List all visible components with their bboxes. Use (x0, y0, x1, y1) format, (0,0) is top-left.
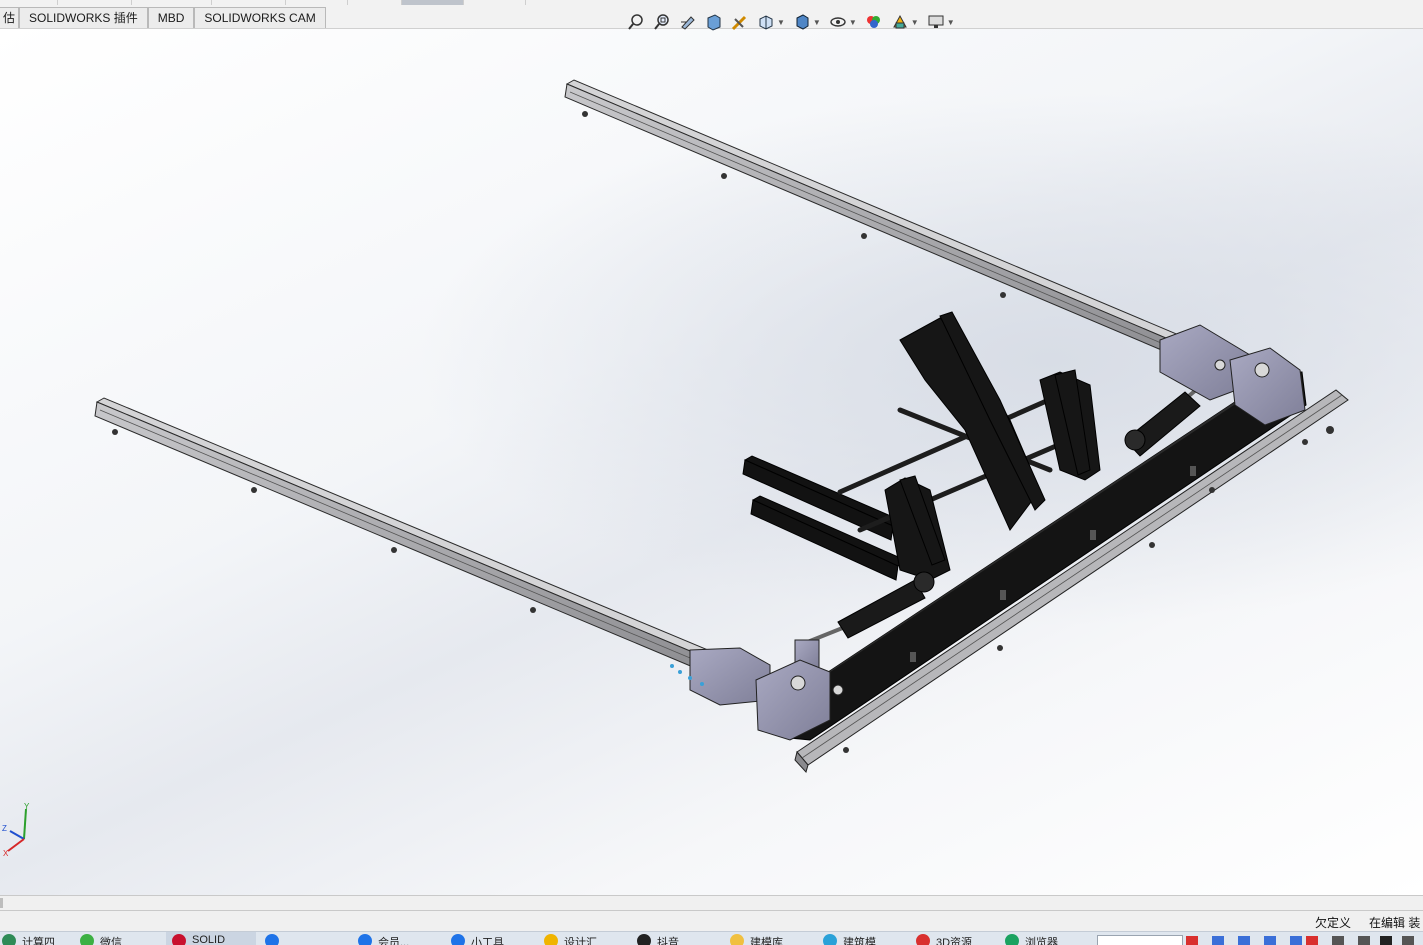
app-icon (823, 934, 837, 945)
tray-icon[interactable] (1306, 936, 1318, 945)
tray-icon[interactable] (1186, 936, 1198, 945)
app-icon (916, 934, 930, 945)
chevron-down-icon[interactable]: ▼ (777, 18, 785, 27)
browser-icon (1005, 934, 1019, 945)
section-view-icon[interactable] (703, 11, 725, 33)
tab-solidworks-cam[interactable]: SOLIDWORKS CAM (194, 7, 326, 28)
heads-up-view-toolbar: ▼ ▼ ▼ ▼ ▼ (625, 11, 961, 33)
task-app-11[interactable]: 3D资源 (916, 934, 972, 945)
edit-appearance-icon[interactable] (863, 11, 885, 33)
tray-icon[interactable] (1212, 936, 1224, 945)
solidworks-icon (172, 934, 186, 945)
tray-icon[interactable] (1332, 936, 1344, 945)
wechat-icon (80, 934, 94, 945)
view-orientation-icon[interactable] (755, 11, 777, 33)
task-app-5[interactable]: 会员... (358, 934, 409, 945)
folder-icon (730, 934, 744, 945)
task-app-10[interactable]: 建筑模 (823, 934, 876, 945)
task-app-9[interactable]: 建模库 (730, 934, 783, 945)
tray-icon[interactable] (1402, 936, 1414, 945)
tabs: 估 SOLIDWORKS 插件 MBD SOLIDWORKS CAM (0, 7, 326, 29)
assembly-model[interactable] (0, 29, 1423, 895)
task-calculator[interactable]: 计算四 (2, 934, 55, 945)
tray-icon[interactable] (1238, 936, 1250, 945)
tab-evaluate[interactable]: 估 (0, 7, 20, 28)
graphics-area[interactable]: Y Z X (0, 29, 1423, 895)
hide-show-items-icon[interactable] (827, 11, 849, 33)
horizontal-scrollbar[interactable] (0, 895, 1423, 911)
task-app-8[interactable]: 抖音 (637, 934, 679, 945)
app-icon (637, 934, 651, 945)
task-app-6[interactable]: 小工具 (451, 934, 504, 945)
triad-x-label: X (3, 849, 9, 858)
zoom-to-area-icon[interactable] (651, 11, 673, 33)
status-bar: 欠定义 在编辑 装 (0, 911, 1423, 931)
app-icon (2, 934, 16, 945)
view-settings-icon[interactable] (925, 11, 947, 33)
triad-y-label: Y (24, 802, 30, 811)
app-icon (544, 934, 558, 945)
apply-scene-icon[interactable] (889, 11, 911, 33)
chevron-down-icon[interactable]: ▼ (911, 18, 919, 27)
task-app-4[interactable] (265, 934, 285, 945)
previous-view-icon[interactable] (677, 11, 699, 33)
task-browser[interactable]: 浏览器 (1005, 934, 1058, 945)
tab-mbd[interactable]: MBD (147, 7, 195, 28)
chevron-down-icon[interactable]: ▼ (813, 18, 821, 27)
task-app-7[interactable]: 设计汇 (544, 934, 597, 945)
display-style-icon[interactable] (791, 11, 813, 33)
tab-solidworks-addins[interactable]: SOLIDWORKS 插件 (19, 7, 148, 28)
windows-taskbar: 计算四 微信 SOLID 会员... 小工具 设计汇 抖音 建模库 建筑模 3D… (0, 931, 1423, 945)
task-wechat[interactable]: 微信 (80, 934, 122, 945)
taskbar-search-input[interactable] (1097, 935, 1183, 945)
tray-icon[interactable] (1264, 936, 1276, 945)
zoom-to-fit-icon[interactable] (625, 11, 647, 33)
task-solidworks[interactable]: SOLID (172, 934, 225, 945)
lower-side-rail[interactable] (94, 397, 709, 671)
triad-z-label: Z (2, 824, 7, 833)
upper-side-rail[interactable] (564, 79, 1187, 358)
dynamic-annotation-icon[interactable] (729, 11, 751, 33)
tray-icon[interactable] (1290, 936, 1302, 945)
tray-icon[interactable] (1380, 936, 1392, 945)
status-editing: 在编辑 装 (1369, 916, 1421, 930)
app-icon (358, 934, 372, 945)
chevron-down-icon[interactable]: ▼ (849, 18, 857, 27)
app-icon (265, 934, 279, 945)
tray-icon[interactable] (1358, 936, 1370, 945)
reference-triad: Y Z X (2, 802, 30, 858)
chevron-down-icon[interactable]: ▼ (947, 18, 955, 27)
status-underdefined: 欠定义 (1315, 916, 1352, 930)
upper-tab-strip (0, 0, 1423, 6)
app-icon (451, 934, 465, 945)
